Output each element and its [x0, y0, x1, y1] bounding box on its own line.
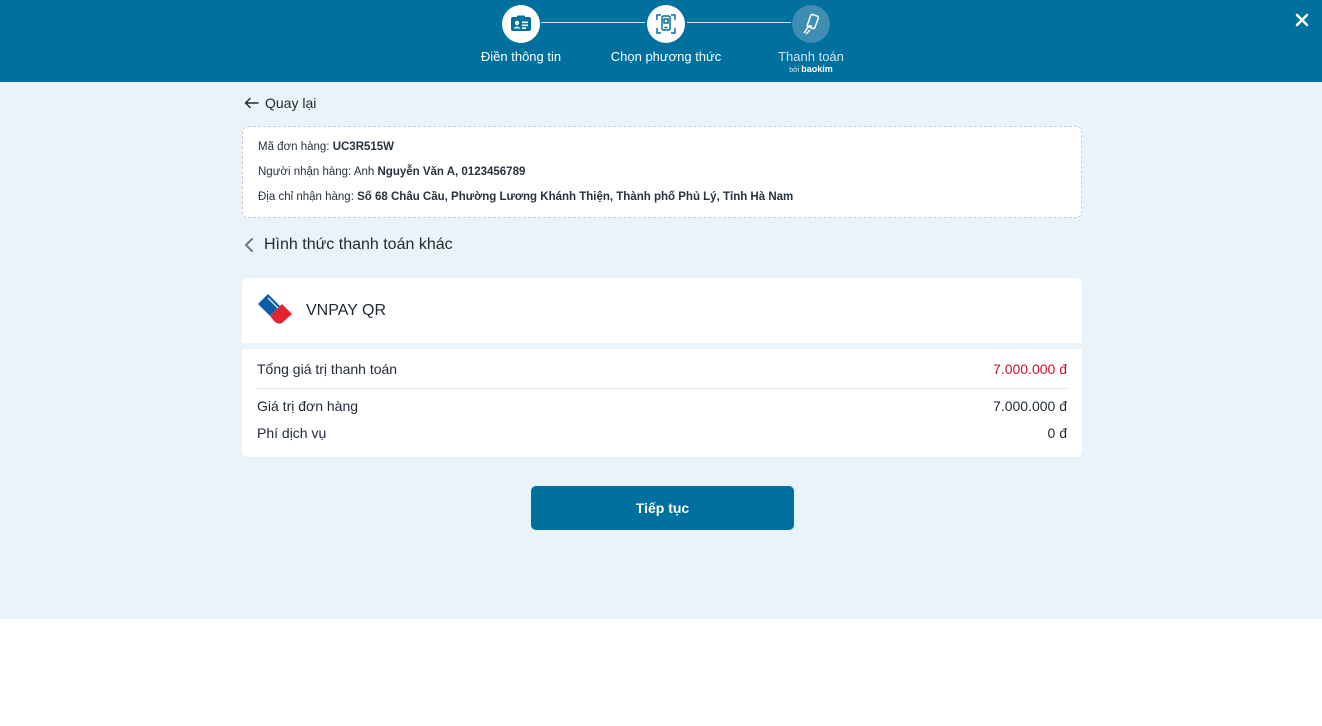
address-row: Địa chỉ nhận hàng: Số 68 Châu Cầu, Phườn… — [258, 191, 794, 203]
arrow-left-icon — [244, 97, 259, 109]
payment-summary: Tổng giá trị thanh toán 7.000.000 đ Giá … — [242, 349, 1082, 457]
step-label: Điền thông tin — [480, 49, 562, 64]
total-row: Tổng giá trị thanh toán 7.000.000 đ — [257, 349, 1067, 389]
order-code-row: Mã đơn hàng: UC3R515W — [258, 141, 395, 153]
continue-button[interactable]: Tiếp tục — [531, 486, 794, 530]
step-payment: Thanh toán bởi baokim — [731, 5, 891, 75]
payment-method-vnpay[interactable]: VNPAY QR — [242, 278, 1082, 343]
checkout-header: Điền thông tin Chọn phương thức Thanh to — [0, 0, 1322, 82]
step-choose-method: Chọn phương thức — [586, 5, 746, 65]
hand-phone-icon — [792, 5, 830, 43]
service-fee-row: Phí dịch vụ 0 đ — [257, 425, 1067, 441]
phone-payment-icon — [647, 5, 685, 43]
back-link[interactable]: Quay lại — [244, 95, 316, 111]
service-fee-label: Phí dịch vụ — [257, 425, 327, 441]
baokim-brand: baokim — [801, 64, 833, 74]
address-value: Số 68 Châu Cầu, Phường Lương Khánh Thiện… — [357, 191, 794, 203]
order-info-card: Mã đơn hàng: UC3R515W Người nhận hàng: A… — [242, 126, 1082, 218]
order-value-row: Giá trị đơn hàng 7.000.000 đ — [257, 398, 1067, 414]
service-fee-value: 0 đ — [1047, 425, 1067, 441]
recipient-row: Người nhận hàng: Anh Nguyễn Văn A, 01234… — [258, 166, 526, 178]
payment-method-name: VNPAY QR — [306, 301, 387, 319]
powered-by: bởi baokim — [789, 64, 833, 75]
close-button[interactable] — [1290, 8, 1314, 32]
step-fill-info: Điền thông tin — [441, 5, 601, 65]
back-label: Quay lại — [265, 95, 317, 111]
checkout-body: Quay lại Mã đơn hàng: UC3R515W Người nhậ… — [0, 82, 1322, 619]
close-icon — [1295, 13, 1309, 27]
id-card-icon — [502, 5, 540, 43]
order-code: UC3R515W — [332, 141, 395, 153]
total-value: 7.000.000 đ — [993, 360, 1067, 377]
step-label: Chọn phương thức — [610, 49, 722, 64]
other-payment-methods-header: Hình thức thanh toán khác — [244, 236, 453, 254]
step-label: Thanh toán — [778, 49, 844, 64]
order-value-label: Giá trị đơn hàng — [257, 398, 359, 414]
vnpay-logo-icon — [256, 292, 294, 329]
section-title: Hình thức thanh toán khác — [264, 236, 453, 253]
total-label: Tổng giá trị thanh toán — [257, 360, 398, 377]
recipient-value: Nguyễn Văn A, 0123456789 — [377, 166, 526, 178]
order-value: 7.000.000 đ — [993, 398, 1067, 414]
chevron-left-icon[interactable] — [244, 237, 254, 253]
